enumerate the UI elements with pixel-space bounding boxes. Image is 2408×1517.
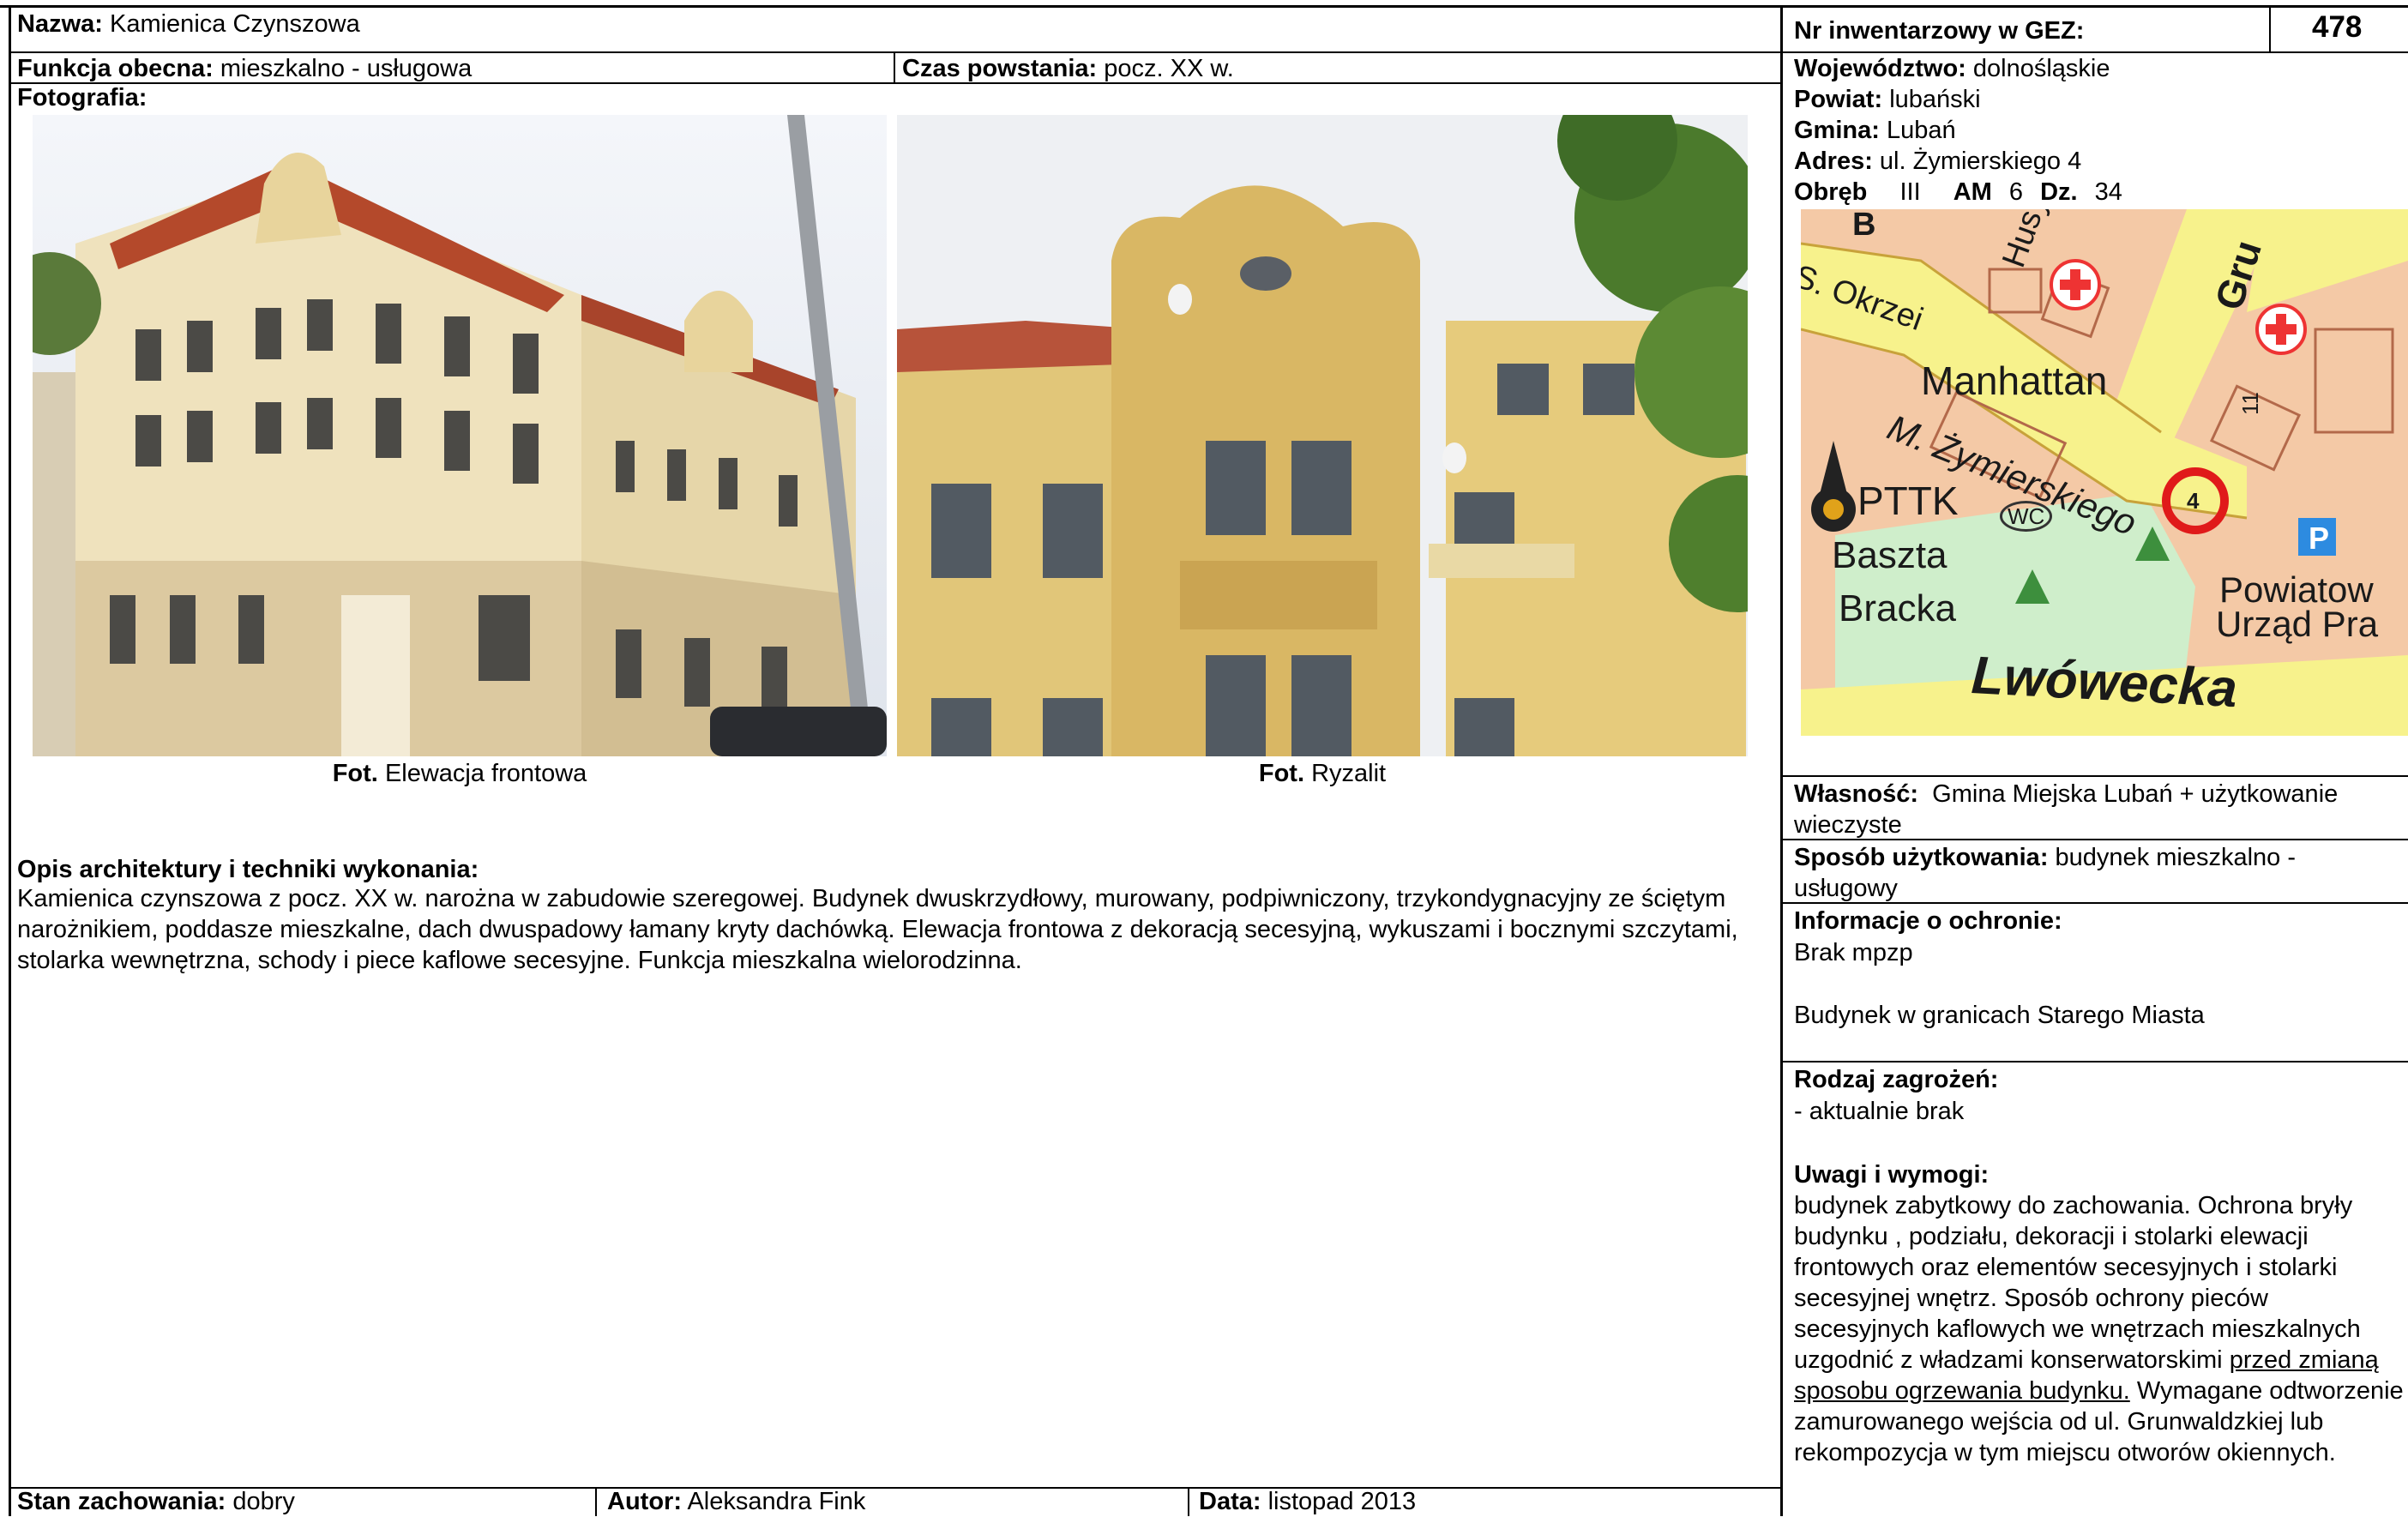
map-label-manhattan: Manhattan (1921, 358, 2108, 403)
map-label-lwowecka: Lwówecka (1970, 646, 2239, 719)
border-top (0, 5, 2408, 8)
protection-label: Informacje o ochronie: (1794, 907, 2062, 935)
inventory-field: Nr inwentarzowy w GEZ: (1794, 15, 2084, 46)
time-label: Czas powstania: (902, 55, 1098, 82)
protection-line-1: Brak mpzp (1794, 939, 1913, 966)
photo-section-label: Fotografia: (17, 82, 147, 113)
map-label-b: B (1852, 209, 1876, 243)
time-value: pocz. XX w. (1104, 55, 1234, 82)
map-label-baszta: Baszta (1832, 534, 1947, 576)
condition-field: Stan zachowania: dobry (17, 1486, 295, 1517)
map-label-pttk: PTTK (1857, 479, 1959, 523)
cell-divider-footer-1 (595, 1487, 597, 1516)
commune-field: Gmina: Lubań (1794, 115, 1956, 146)
risalit-illustration (897, 115, 1748, 756)
map-label-urzad: Urząd Pra (2216, 604, 2379, 644)
am-value: 6 (2008, 178, 2024, 206)
threats-title: Rodzaj zagrożeń: (1794, 1064, 1998, 1095)
county-field: Powiat: lubański (1794, 84, 1981, 115)
author-label: Autor: (607, 1488, 682, 1515)
am-label: AM (1953, 178, 1992, 206)
cell-divider-footer-2 (1188, 1487, 1189, 1516)
address-value: ul. Żymierskiego 4 (1879, 147, 2082, 175)
border-left (9, 5, 11, 1516)
time-field: Czas powstania: pocz. XX w. (902, 53, 1234, 84)
date-value: listopad 2013 (1267, 1488, 1417, 1515)
commune-label: Gmina: (1794, 117, 1880, 144)
photo-section-title: Fotografia: (17, 84, 147, 111)
map-label-powiatowy: Powiatow (2219, 569, 2374, 610)
caption-risalit-value: Ryzalit (1311, 760, 1387, 787)
cell-divider-inventory (2269, 5, 2271, 53)
name-value: Kamienica Czynszowa (109, 10, 360, 38)
function-label: Funkcja obecna: (17, 55, 214, 82)
row-divider-map-bottom (1780, 775, 2408, 777)
svg-text:P: P (2309, 521, 2329, 556)
remarks-text: budynek zabytkowy do zachowania. Ochrona… (1794, 1190, 2408, 1468)
description-label: Opis architektury i techniki wykonania: (17, 856, 479, 883)
caption-front-value: Elewacja frontowa (384, 760, 587, 787)
author-field: Autor: Aleksandra Fink (607, 1486, 865, 1517)
date-label: Data: (1199, 1488, 1261, 1515)
description-text: Kamienica czynszowa z pocz. XX w. narożn… (17, 885, 1738, 974)
map-label-11: 11 (2237, 392, 2263, 415)
front-elevation-illustration (33, 115, 887, 756)
remarks-label: Uwagi i wymogi: (1794, 1161, 1990, 1189)
address-label: Adres: (1794, 147, 1873, 175)
address-field: Adres: ul. Żymierskiego 4 (1794, 146, 2081, 177)
usage-label: Sposób użytkowania: (1794, 844, 2049, 871)
map-label-bracka: Bracka (1839, 587, 1956, 629)
map-label-wc: WC (2000, 501, 2053, 532)
ownership-label: Własność: (1794, 780, 1919, 808)
voivodeship-value: dolnośląskie (1972, 55, 2110, 82)
ownership-field: Własność: Gmina Miejska Lubań + użytkowa… (1794, 779, 2405, 840)
function-value: mieszkalno - usługowa (220, 55, 473, 82)
dz-value: 34 (2094, 178, 2122, 206)
caption-front-label: Fot. (332, 760, 378, 787)
usage-field: Sposób użytkowania: budynek mieszkalno -… (1794, 842, 2394, 904)
map-label-4: 4 (2187, 488, 2200, 514)
cell-divider-function-time (894, 51, 895, 84)
precinct-value: III (1899, 178, 1921, 206)
condition-value: dobry (232, 1488, 295, 1515)
county-value: lubański (1889, 86, 1981, 113)
voivodeship-field: Województwo: dolnośląskie (1794, 53, 2110, 84)
commune-value: Lubań (1886, 117, 1956, 144)
condition-label: Stan zachowania: (17, 1488, 226, 1515)
cadastral-field: Obręb III AM 6 Dz. 34 (1794, 177, 2122, 208)
threats-label: Rodzaj zagrożeń: (1794, 1066, 1999, 1093)
photo-caption-risalit: Fot. Ryzalit (897, 758, 1748, 789)
description-title: Opis architektury i techniki wykonania: (17, 854, 479, 885)
inventory-number: 478 (2312, 10, 2363, 44)
remarks-title: Uwagi i wymogi: (1794, 1159, 1989, 1190)
precinct-label: Obręb (1794, 178, 1868, 206)
protection-title: Informacje o ochronie: (1794, 906, 2062, 936)
photo-risalit (897, 115, 1748, 756)
photo-front-elevation (33, 115, 887, 756)
location-map: P S. Okrzei Husyto Manhattan M. Żymiersk… (1801, 209, 2408, 736)
inventory-label: Nr inwentarzowy w GEZ: (1794, 17, 2085, 45)
date-field: Data: listopad 2013 (1199, 1486, 1416, 1517)
row-divider-protection (1780, 1061, 2408, 1063)
name-field: Nazwa: Kamienica Czynszowa (17, 9, 360, 39)
name-label: Nazwa: (17, 10, 103, 38)
county-label: Powiat: (1794, 86, 1883, 113)
column-divider (1780, 5, 1783, 1516)
caption-risalit-label: Fot. (1258, 760, 1305, 787)
function-field: Funkcja obecna: mieszkalno - usługowa (17, 53, 472, 84)
protection-line-2: Budynek w granicach Starego Miasta (1794, 1002, 2205, 1029)
author-value: Aleksandra Fink (687, 1488, 866, 1515)
dz-label: Dz. (2040, 178, 2078, 206)
threats-value: - aktualnie brak (1794, 1098, 1965, 1125)
photo-caption-front: Fot. Elewacja frontowa (33, 758, 887, 789)
voivodeship-label: Województwo: (1794, 55, 1966, 82)
